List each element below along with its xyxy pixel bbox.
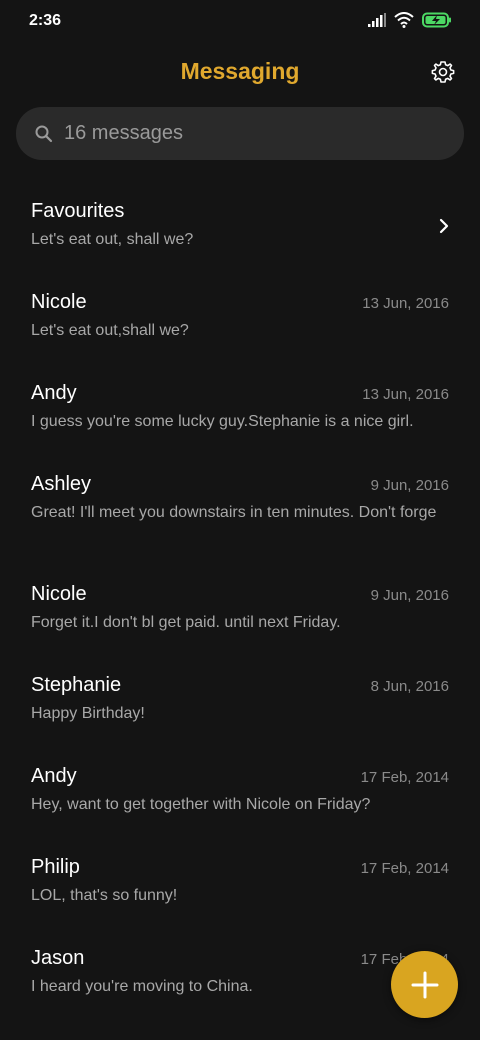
favourites-title: Favourites [31, 200, 125, 222]
status-time: 2:36 [29, 12, 62, 29]
message-preview: I guess you're some lucky guy.Stephanie … [31, 413, 414, 430]
message-preview: Great! I'll meet you downstairs in ten m… [31, 504, 437, 521]
contact-name: Andy [31, 765, 77, 787]
conversation-row[interactable]: Nicole 9 Jun, 2016 Forget it.I don't bl … [0, 563, 480, 654]
new-message-button[interactable] [391, 951, 458, 1018]
gear-icon [431, 61, 455, 83]
conversation-row[interactable]: Andy 17 Feb, 2014 Hey, want to get toget… [0, 745, 480, 836]
message-preview: Let's eat out,shall we? [31, 322, 189, 339]
conversation-row[interactable]: Stephanie 8 Jun, 2016 Happy Birthday! [0, 654, 480, 745]
message-date: 8 Jun, 2016 [370, 678, 449, 695]
conversation-row[interactable]: Nicole 13 Jun, 2016 Let's eat out,shall … [0, 271, 480, 362]
favourites-row[interactable]: Favourites Let's eat out, shall we? [0, 180, 480, 271]
message-preview: I heard you're moving to China. [31, 978, 253, 995]
contact-name: Philip [31, 856, 80, 878]
message-preview: LOL, that's so funny! [31, 887, 178, 904]
message-date: 13 Jun, 2016 [362, 386, 449, 403]
message-date: 13 Jun, 2016 [362, 295, 449, 312]
wifi-icon [394, 12, 414, 28]
conversation-row[interactable]: Ashley 9 Jun, 2016 Great! I'll meet you … [0, 453, 480, 563]
message-date: 9 Jun, 2016 [370, 587, 449, 604]
conversation-list: Favourites Let's eat out, shall we? Nico… [0, 180, 480, 1018]
message-preview: Hey, want to get together with Nicole on… [31, 796, 371, 813]
search-input[interactable] [64, 122, 424, 145]
page-title: Messaging [180, 58, 300, 84]
plus-icon [411, 971, 438, 998]
signal-icon [368, 13, 386, 27]
message-date: 9 Jun, 2016 [370, 477, 449, 494]
favourites-preview: Let's eat out, shall we? [31, 231, 194, 248]
message-date: 17 Feb, 2014 [360, 769, 449, 786]
message-preview: Happy Birthday! [31, 705, 145, 722]
contact-name: Jason [31, 947, 85, 969]
chevron-right-icon [439, 218, 449, 234]
contact-name: Nicole [31, 583, 87, 605]
contact-name: Stephanie [31, 674, 122, 696]
search-bar[interactable] [16, 107, 464, 160]
search-icon [35, 125, 53, 142]
conversation-row[interactable]: Philip 17 Feb, 2014 LOL, that's so funny… [0, 836, 480, 927]
contact-name: Ashley [31, 473, 92, 495]
message-preview: Forget it.I don't bl get paid. until nex… [31, 614, 341, 631]
battery-charging-icon [422, 12, 451, 28]
contact-name: Nicole [31, 291, 87, 313]
conversation-row[interactable]: Andy 13 Jun, 2016 I guess you're some lu… [0, 362, 480, 453]
contact-name: Andy [31, 382, 77, 404]
header: Messaging [0, 48, 480, 96]
status-bar: 2:36 [0, 0, 480, 44]
message-date: 17 Feb, 2014 [360, 860, 449, 877]
status-icons [368, 12, 452, 28]
settings-button[interactable] [431, 60, 455, 84]
